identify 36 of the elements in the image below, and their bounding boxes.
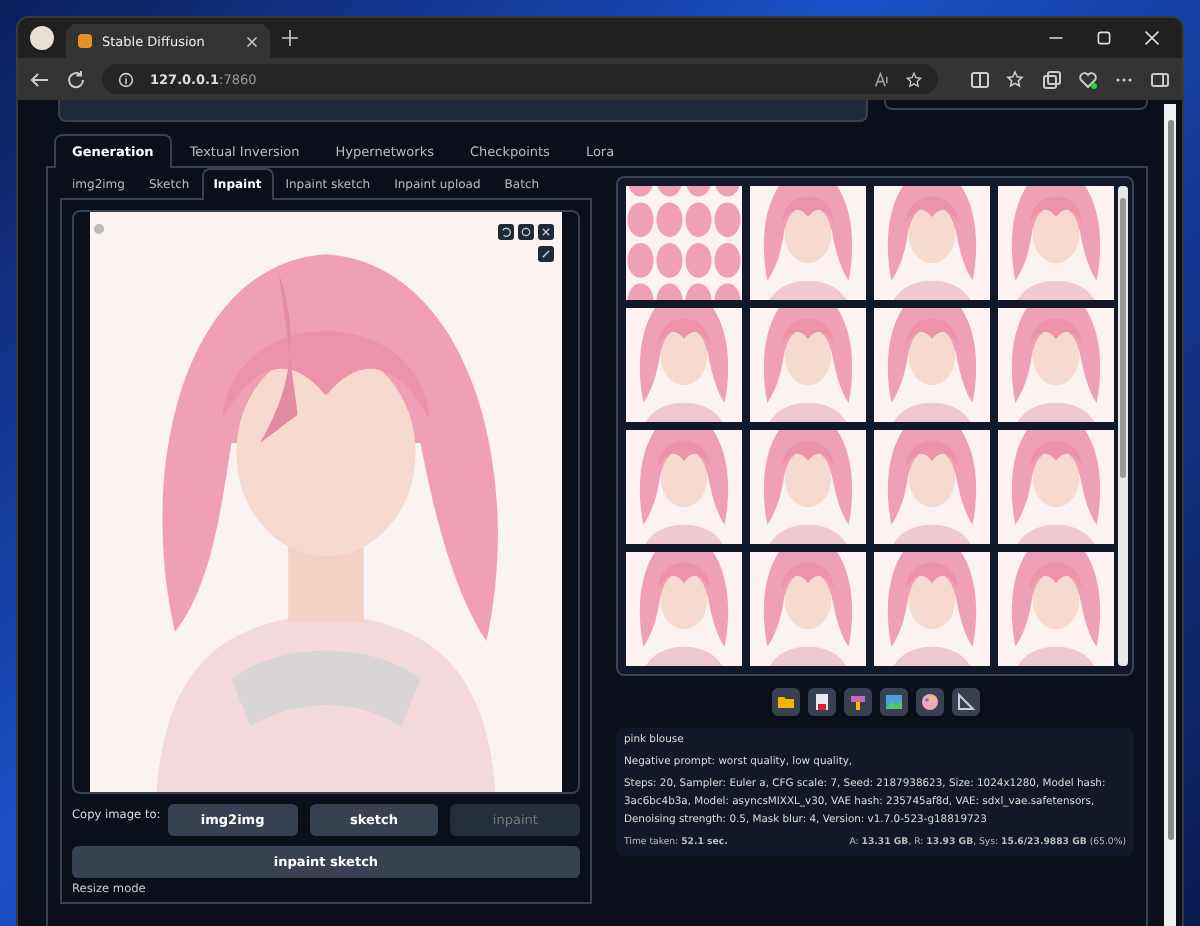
ruler-button[interactable] <box>951 688 979 716</box>
info-icon <box>118 71 134 87</box>
close-icon[interactable] <box>246 35 258 47</box>
triangle-ruler-icon <box>955 692 975 712</box>
image-button[interactable] <box>879 688 907 716</box>
folder-button[interactable] <box>771 688 799 716</box>
undo-icon[interactable] <box>498 224 514 240</box>
palette-icon <box>919 692 939 712</box>
collections-icon[interactable] <box>1042 69 1062 89</box>
image-icon <box>883 692 903 712</box>
close-icon[interactable] <box>538 224 554 240</box>
new-tab-icon[interactable] <box>282 30 298 46</box>
read-aloud-icon[interactable] <box>874 71 890 87</box>
palette-button[interactable] <box>915 688 943 716</box>
favorites-icon[interactable] <box>1006 69 1026 89</box>
box-icon <box>847 692 867 712</box>
back-icon[interactable] <box>30 69 50 89</box>
close-icon[interactable] <box>1144 30 1160 46</box>
sidebar-icon[interactable] <box>1150 69 1170 89</box>
heart-icon[interactable] <box>1078 69 1098 89</box>
maximize-icon[interactable] <box>1096 30 1112 46</box>
prompt-field[interactable] <box>58 100 868 122</box>
eraser-icon[interactable] <box>518 224 534 240</box>
floppy-icon <box>811 692 831 712</box>
reload-icon[interactable] <box>66 69 86 89</box>
profile-icon[interactable] <box>30 26 54 50</box>
cube-icon <box>78 34 92 48</box>
scrollbar[interactable] <box>1164 104 1176 926</box>
star-icon[interactable] <box>906 71 922 87</box>
pen-icon[interactable] <box>538 246 554 262</box>
split-screen-icon[interactable] <box>970 69 990 89</box>
zip-button[interactable] <box>843 688 871 716</box>
scrollbar[interactable] <box>1118 186 1128 666</box>
folder-icon <box>775 692 795 712</box>
dropdown-field[interactable] <box>884 100 1148 110</box>
save-button[interactable] <box>807 688 835 716</box>
